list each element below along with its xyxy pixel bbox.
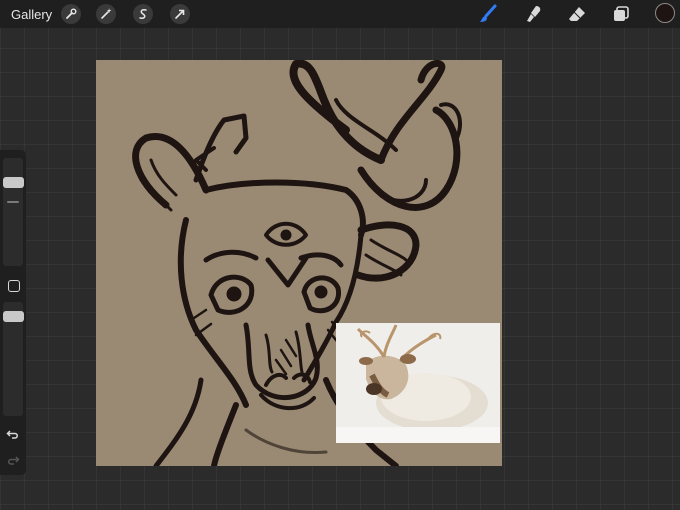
magic-wand-icon[interactable] [96,4,116,24]
transform-arrow-icon[interactable] [170,4,190,24]
gallery-button[interactable]: Gallery [11,7,52,22]
selection-icon[interactable] [133,4,153,24]
redo-icon[interactable] [6,453,20,467]
brush-icon[interactable] [478,4,498,24]
eraser-icon[interactable] [567,4,587,24]
left-sidebar [0,150,26,475]
layers-icon[interactable] [611,4,631,24]
smudge-icon[interactable] [524,4,544,24]
brush-size-slider[interactable] [3,158,23,266]
top-toolbar: Gallery [0,0,680,28]
undo-icon[interactable] [6,427,20,441]
reference-photo[interactable] [336,323,500,443]
modify-button[interactable] [8,280,20,292]
brush-opacity-handle[interactable] [3,311,24,322]
brush-size-handle[interactable] [3,177,24,188]
brush-size-tick [7,201,19,203]
wrench-icon[interactable] [61,4,81,24]
color-picker-button[interactable] [655,3,675,23]
reindeer-photo [336,323,500,443]
